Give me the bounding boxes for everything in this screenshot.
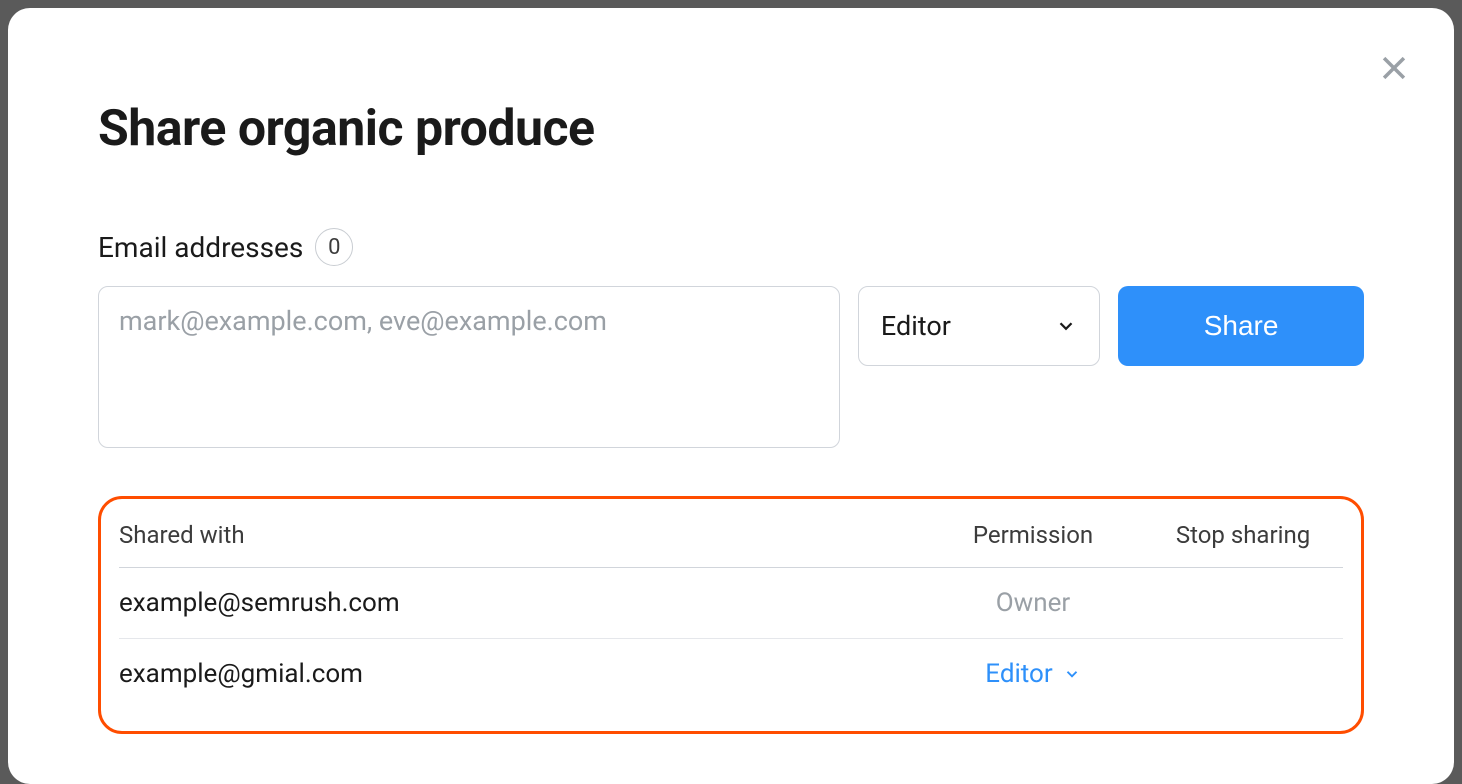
- row-email: example@semrush.com: [119, 588, 923, 618]
- row-permission-select[interactable]: Editor: [923, 659, 1143, 689]
- close-icon: [1377, 51, 1411, 89]
- modal-title: Share organic produce: [98, 100, 1364, 158]
- chevron-down-icon: [1063, 665, 1081, 683]
- share-modal: Share organic produce Email addresses 0 …: [8, 8, 1454, 784]
- table-header-row: Shared with Permission Stop sharing: [119, 513, 1343, 568]
- email-input[interactable]: [98, 286, 840, 448]
- role-select-value: Editor: [881, 310, 951, 342]
- header-permission: Permission: [923, 521, 1143, 549]
- share-button[interactable]: Share: [1118, 286, 1364, 366]
- email-addresses-label: Email addresses: [98, 231, 303, 264]
- row-stop-cell: [1143, 661, 1343, 687]
- stop-sharing-button[interactable]: [1230, 661, 1256, 687]
- row-email: example@gmial.com: [119, 659, 923, 689]
- email-count-badge: 0: [315, 228, 353, 266]
- header-stop-sharing: Stop sharing: [1143, 521, 1343, 549]
- role-select[interactable]: Editor: [858, 286, 1100, 366]
- chevron-down-icon: [1055, 315, 1077, 337]
- close-button[interactable]: [1376, 52, 1412, 88]
- shared-with-table: Shared with Permission Stop sharing exam…: [98, 496, 1364, 734]
- header-shared-with: Shared with: [119, 521, 923, 549]
- row-permission-owner: Owner: [923, 588, 1143, 618]
- table-row: example@semrush.com Owner: [119, 568, 1343, 639]
- table-row: example@gmial.com Editor: [119, 639, 1343, 709]
